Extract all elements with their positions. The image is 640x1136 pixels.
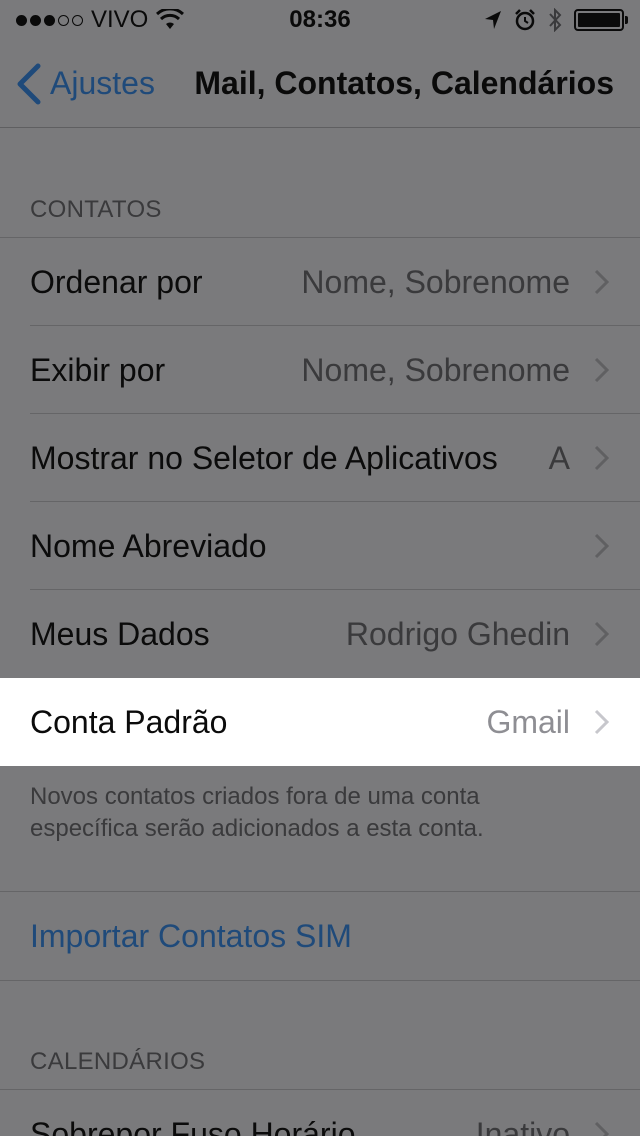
- row-app-switcher[interactable]: Mostrar no Seletor de Aplicativos A: [0, 414, 640, 502]
- page-title: Mail, Contatos, Calendários: [194, 65, 614, 101]
- chevron-right-icon: [594, 709, 610, 735]
- chevron-right-icon: [594, 357, 610, 383]
- import-sim-contacts-button[interactable]: Importar Contatos SIM: [0, 892, 640, 980]
- back-button-label: Ajustes: [50, 65, 155, 101]
- section-footer-note: Novos contatos criados fora de uma conta…: [30, 783, 484, 842]
- wifi-icon: [156, 9, 185, 29]
- calendars-group: Sobrepor Fuso Horário Inativo: [0, 1089, 640, 1136]
- row-default-account[interactable]: Conta Padrão Gmail: [0, 678, 640, 766]
- row-label: Sobrepor Fuso Horário: [30, 1115, 356, 1136]
- row-display-order[interactable]: Exibir por Nome, Sobrenome: [0, 326, 640, 414]
- row-value: Inativo: [475, 1115, 570, 1136]
- row-label: Nome Abreviado: [30, 527, 267, 564]
- contacts-group: Ordenar por Nome, Sobrenome Exibir por N…: [0, 237, 640, 766]
- row-label: Exibir por: [30, 351, 166, 388]
- row-value: Nome, Sobrenome: [301, 263, 570, 300]
- row-time-zone-override[interactable]: Sobrepor Fuso Horário Inativo: [0, 1090, 640, 1136]
- bluetooth-icon: [549, 8, 562, 32]
- chevron-right-icon: [594, 1121, 610, 1136]
- row-value: Rodrigo Ghedin: [345, 615, 570, 652]
- battery-icon: [574, 9, 628, 31]
- row-value: Gmail: [486, 703, 570, 740]
- chevron-right-icon: [594, 269, 610, 295]
- chevron-right-icon: [594, 445, 610, 471]
- row-short-name[interactable]: Nome Abreviado: [0, 502, 640, 590]
- section-header-calendars: CALENDÁRIOS: [30, 1048, 206, 1075]
- row-label: Importar Contatos SIM: [30, 917, 352, 954]
- row-label: Meus Dados: [30, 615, 210, 652]
- section-header-contacts: CONTATOS: [30, 196, 162, 223]
- carrier-name: VIVO: [91, 6, 149, 33]
- chevron-right-icon: [594, 533, 610, 559]
- location-arrow-icon: [485, 11, 501, 29]
- row-value: A: [548, 439, 570, 476]
- row-value: Nome, Sobrenome: [301, 351, 570, 388]
- row-label: Mostrar no Seletor de Aplicativos: [30, 439, 498, 476]
- status-bar: VIVO 08:36: [0, 0, 640, 40]
- status-left: VIVO: [16, 6, 185, 34]
- row-my-info[interactable]: Meus Dados Rodrigo Ghedin: [0, 590, 640, 678]
- signal-strength-icon: [16, 14, 83, 26]
- back-button[interactable]: Ajustes: [0, 63, 155, 105]
- row-label: Ordenar por: [30, 263, 203, 300]
- chevron-right-icon: [594, 621, 610, 647]
- navigation-bar: Ajustes Mail, Contatos, Calendários: [0, 40, 640, 128]
- alarm-icon: [515, 9, 535, 31]
- row-sort-order[interactable]: Ordenar por Nome, Sobrenome: [0, 238, 640, 326]
- row-label: Conta Padrão: [30, 703, 228, 740]
- status-right: [484, 8, 628, 32]
- import-group: Importar Contatos SIM: [0, 891, 640, 981]
- chevron-left-icon: [17, 63, 41, 104]
